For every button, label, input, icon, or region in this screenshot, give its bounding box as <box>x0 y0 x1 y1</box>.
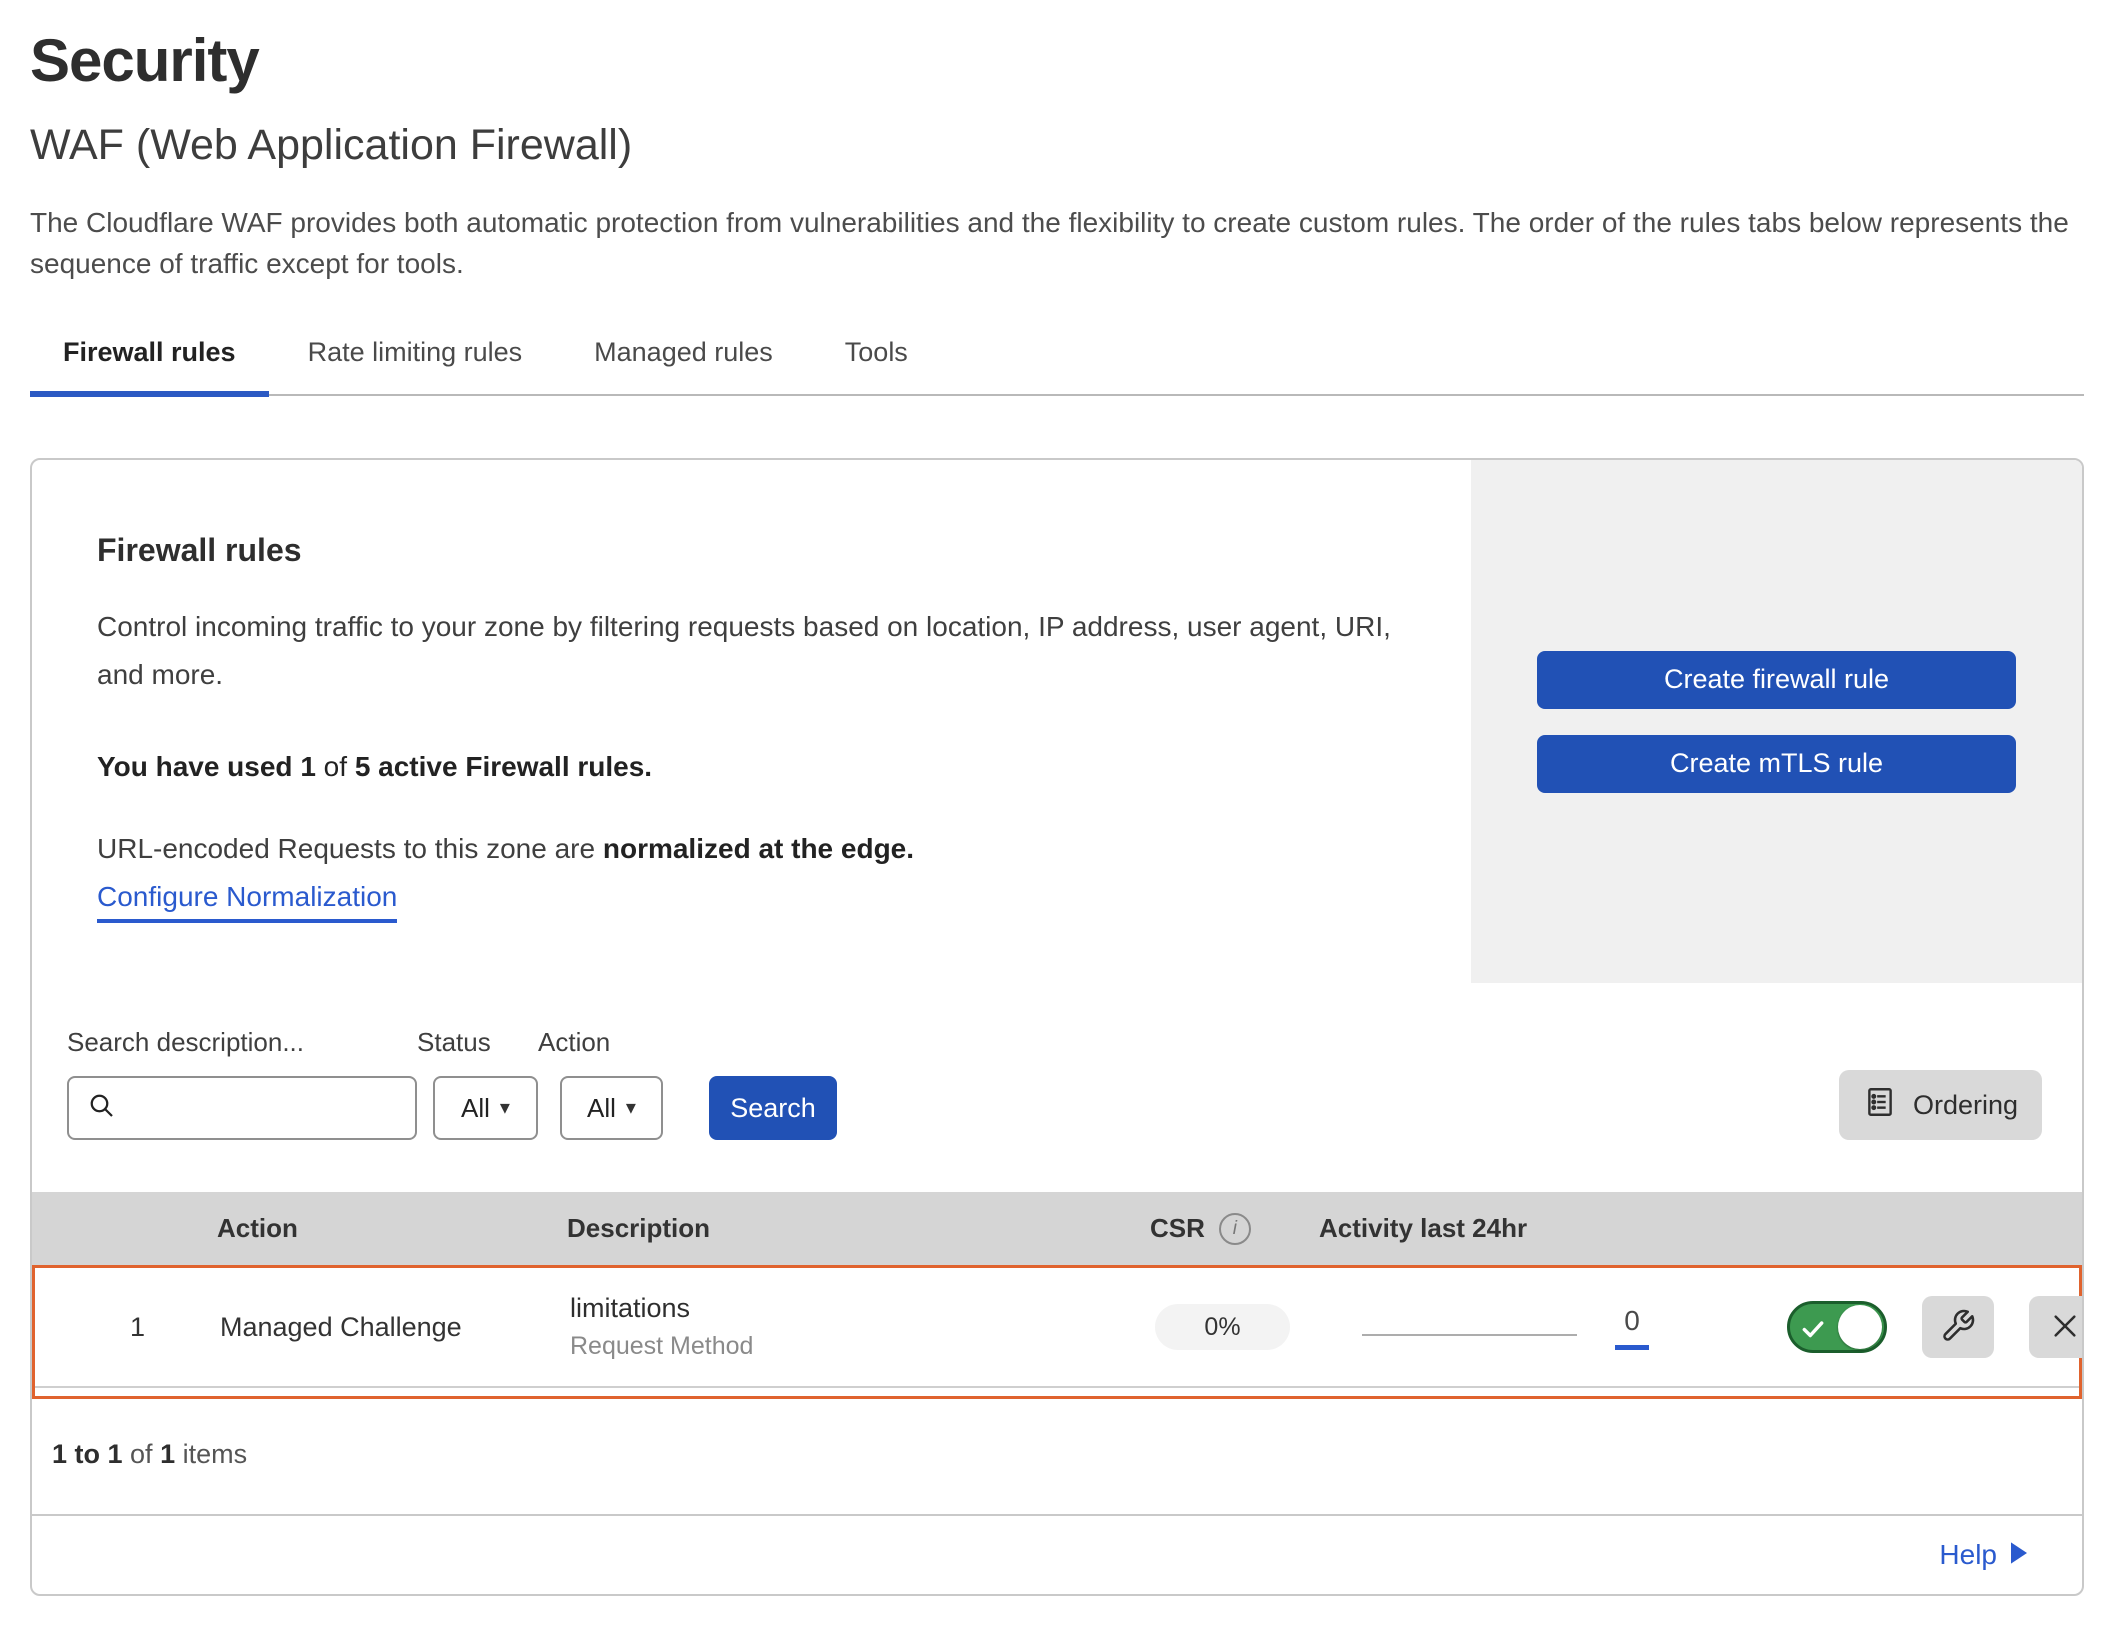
help-row: Help <box>32 1514 2082 1594</box>
card-info: Firewall rules Control incoming traffic … <box>32 460 1471 983</box>
items-total: 1 <box>160 1439 175 1469</box>
rule-activity-cell: 0 <box>1292 1305 1750 1350</box>
search-icon <box>87 1091 117 1126</box>
rule-description-cell: limitations Request Method <box>540 1293 1123 1361</box>
tab-rate-limiting-rules[interactable]: Rate limiting rules <box>275 337 556 394</box>
firewall-rule-row: 1 Managed Challenge limitations Request … <box>32 1265 2082 1399</box>
rule-description: limitations <box>570 1293 1123 1324</box>
table-footer: 1 to 1 of 1 items <box>32 1399 2082 1514</box>
rule-controls <box>1750 1296 2084 1358</box>
activity-header: Activity last 24hr <box>1289 1213 1747 1244</box>
search-input[interactable] <box>129 1093 415 1124</box>
ordering-list-icon <box>1863 1085 1897 1126</box>
search-filter-group: Search description... <box>67 1027 417 1140</box>
card-top-section: Firewall rules Control incoming traffic … <box>32 460 2082 983</box>
search-label: Search description... <box>67 1027 417 1058</box>
status-dropdown[interactable]: All ▾ <box>433 1076 538 1140</box>
tab-tools[interactable]: Tools <box>812 337 941 394</box>
rule-csr-cell: 0% <box>1123 1304 1292 1350</box>
edit-rule-button[interactable] <box>1922 1296 1994 1358</box>
status-label: Status <box>417 1027 538 1058</box>
chevron-down-icon: ▾ <box>626 1098 636 1118</box>
csr-header: CSR i <box>1120 1213 1289 1245</box>
tab-bar: Firewall rules Rate limiting rules Manag… <box>30 337 2084 396</box>
action-label: Action <box>538 1027 663 1058</box>
row-padding <box>35 1388 2079 1396</box>
search-box <box>67 1076 417 1140</box>
rule-action: Managed Challenge <box>195 1312 540 1343</box>
configure-normalization-link[interactable]: Configure Normalization <box>97 881 397 923</box>
activity-count-link[interactable]: 0 <box>1615 1305 1649 1350</box>
wrench-icon <box>1940 1308 1976 1347</box>
page-description: The Cloudflare WAF provides both automat… <box>30 202 2084 285</box>
card-description: Control incoming traffic to your zone by… <box>97 603 1406 699</box>
tab-managed-rules[interactable]: Managed rules <box>561 337 806 394</box>
page-subtitle: WAF (Web Application Firewall) <box>30 121 2084 170</box>
filter-bar: Search description... Status All ▾ Actio… <box>32 983 2082 1192</box>
page-title: Security <box>30 26 2084 95</box>
items-range: 1 to 1 <box>52 1439 123 1469</box>
rule-expression: Request Method <box>570 1332 1123 1361</box>
action-filter-group: Action All ▾ <box>538 1027 663 1140</box>
action-header: Action <box>192 1213 537 1244</box>
delete-rule-button[interactable] <box>2029 1296 2084 1358</box>
ordering-button[interactable]: Ordering <box>1839 1070 2042 1140</box>
usage-limit: 5 active Firewall rules. <box>355 751 652 782</box>
action-dropdown[interactable]: All ▾ <box>560 1076 663 1140</box>
search-button[interactable]: Search <box>709 1076 837 1140</box>
status-filter-group: Status All ▾ <box>417 1027 538 1140</box>
create-firewall-rule-button[interactable]: Create firewall rule <box>1537 651 2016 709</box>
description-header: Description <box>537 1213 1120 1244</box>
check-icon <box>1800 1316 1826 1342</box>
help-link[interactable]: Help <box>1939 1539 2027 1571</box>
csr-badge: 0% <box>1155 1304 1290 1350</box>
usage-line: You have used 1 of 5 active Firewall rul… <box>97 751 1406 783</box>
activity-sparkline <box>1362 1334 1577 1336</box>
toggle-knob <box>1838 1305 1882 1349</box>
usage-count: You have used 1 <box>97 751 316 782</box>
arrow-right-icon <box>2011 1539 2027 1571</box>
normalization-line: URL-encoded Requests to this zone are no… <box>97 833 1406 865</box>
create-mtls-rule-button[interactable]: Create mTLS rule <box>1537 735 2016 793</box>
chevron-down-icon: ▾ <box>500 1098 510 1118</box>
table-row: 1 Managed Challenge limitations Request … <box>35 1268 2079 1388</box>
info-icon[interactable]: i <box>1219 1213 1251 1245</box>
tab-firewall-rules[interactable]: Firewall rules <box>30 337 269 394</box>
close-icon <box>2049 1310 2081 1345</box>
firewall-rules-card: Firewall rules Control incoming traffic … <box>30 458 2084 1596</box>
rule-enabled-toggle[interactable] <box>1787 1301 1887 1353</box>
security-page: Security WAF (Web Application Firewall) … <box>0 0 2114 1596</box>
actions-panel: Create firewall rule Create mTLS rule <box>1471 460 2082 983</box>
card-heading: Firewall rules <box>97 532 1406 569</box>
activity-underline <box>1615 1345 1649 1350</box>
table-header: Action Description CSR i Activity last 2… <box>32 1192 2082 1265</box>
rule-priority: 1 <box>35 1312 195 1343</box>
